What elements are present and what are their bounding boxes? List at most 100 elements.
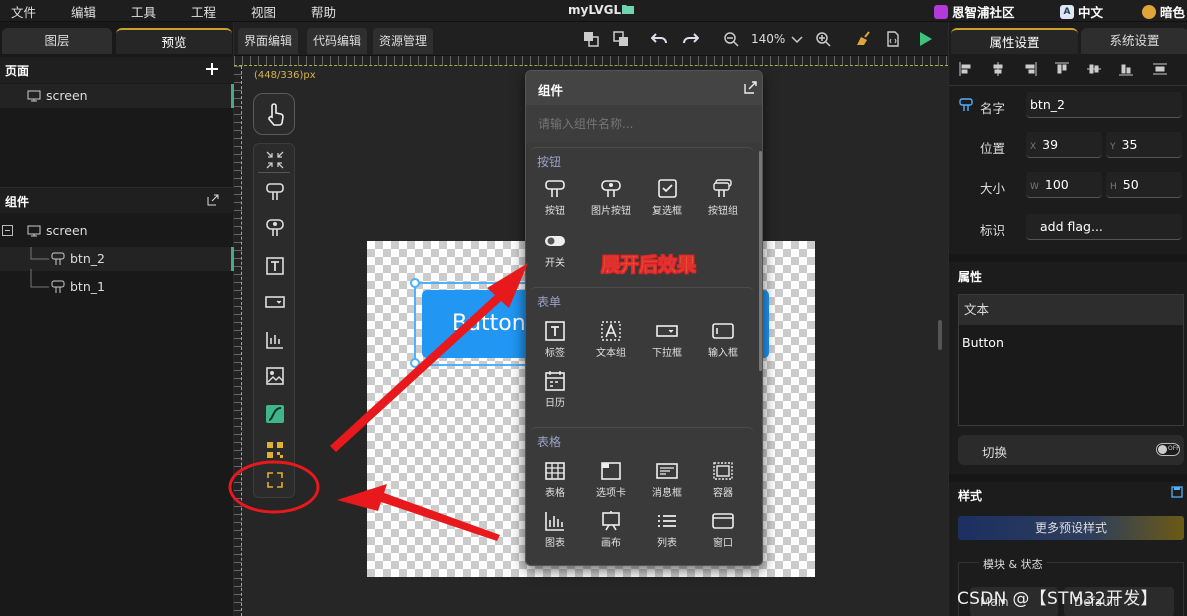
component-chart[interactable]: 图表 (528, 511, 582, 557)
app-title: myLVGL (568, 3, 622, 17)
qrcode-icon[interactable] (265, 440, 285, 460)
component-button-group[interactable]: 按钮组 (696, 179, 750, 225)
component-checkbox[interactable]: 复选框 (640, 179, 694, 225)
axis-x-label: X (1030, 142, 1037, 152)
button-group-icon (713, 179, 732, 197)
popup-header: 组件 (526, 71, 762, 105)
dropdown-icon[interactable] (265, 292, 285, 312)
zoom-out-icon[interactable] (723, 31, 739, 47)
menu-bar: 文件 编辑 工具 工程 视图 帮助 myLVGL 恩智浦社区 A 中文 暗色 (0, 0, 1187, 22)
distribute-icon[interactable] (1153, 62, 1167, 76)
resize-handle[interactable] (410, 278, 420, 288)
image-icon[interactable] (265, 366, 285, 386)
button-icon (545, 180, 565, 197)
component-table[interactable]: 表格 (528, 461, 582, 507)
undo-icon[interactable] (651, 31, 667, 47)
chart-icon[interactable] (265, 330, 285, 350)
component-switch[interactable]: 开关 (528, 231, 582, 277)
divider (949, 254, 1187, 262)
component-image-button[interactable]: 图片按钮 (584, 179, 638, 225)
x-field[interactable]: X 39 (1026, 132, 1102, 158)
divider (949, 474, 1187, 482)
component-button[interactable]: 按钮 (528, 179, 582, 225)
tab-resources[interactable]: 资源管理 (373, 28, 434, 54)
tab-preview[interactable]: 预览 (116, 28, 232, 54)
align-hcenter-icon[interactable] (991, 62, 1005, 76)
align-right-icon[interactable] (1023, 62, 1037, 76)
component-calendar[interactable]: 日历 (528, 371, 582, 417)
component-dropdown[interactable]: 下拉框 (640, 321, 694, 367)
bring-front-icon[interactable] (583, 31, 599, 47)
component-tabview[interactable]: 选项卡 (584, 461, 638, 507)
pages-title: 页面 (5, 64, 30, 78)
component-text-group[interactable]: 文本组 (584, 321, 638, 367)
button-icon[interactable] (265, 182, 285, 202)
flag-field[interactable]: add flag... (1026, 214, 1182, 240)
menu-edit[interactable]: 编辑 (71, 2, 96, 21)
component-canvas[interactable]: 画布 (584, 511, 638, 557)
plus-icon[interactable] (206, 63, 218, 75)
component-window[interactable]: 窗口 (696, 511, 750, 557)
menu-project[interactable]: 工程 (191, 2, 216, 21)
canvas-scrollbar[interactable] (938, 320, 942, 350)
zoom-in-icon[interactable] (815, 31, 831, 47)
image-button-icon[interactable] (265, 218, 285, 238)
align-bottom-icon[interactable] (1119, 62, 1133, 76)
align-left-icon[interactable] (959, 62, 973, 76)
component-label-widget[interactable]: 标签 (528, 321, 582, 367)
tree-item-btn-2[interactable]: btn_2 (0, 247, 234, 271)
expand-arrows-icon[interactable] (265, 470, 285, 490)
y-field[interactable]: Y 35 (1106, 132, 1182, 158)
name-field[interactable]: btn_2 (1026, 92, 1182, 118)
height-value: 50 (1122, 177, 1139, 192)
component-msgbox[interactable]: 消息框 (640, 461, 694, 507)
curve-icon[interactable] (265, 404, 285, 424)
run-icon[interactable] (917, 31, 933, 47)
community-menu[interactable]: 恩智浦社区 (934, 2, 1015, 21)
width-field[interactable]: W 100 (1026, 172, 1102, 198)
tree-item-btn-1[interactable]: btn_1 (0, 269, 234, 299)
menu-file[interactable]: 文件 (11, 2, 36, 21)
component-search-input[interactable] (526, 105, 762, 143)
component-input[interactable]: 输入框 (696, 321, 750, 367)
page-item-screen[interactable]: screen (0, 84, 234, 108)
popout-icon[interactable] (744, 81, 757, 94)
tab-ui-editor[interactable]: 界面编辑 (238, 28, 299, 54)
language-menu[interactable]: A 中文 (1060, 2, 1103, 21)
menu-tools[interactable]: 工具 (131, 2, 156, 21)
zoom-level[interactable]: 140% (751, 32, 785, 46)
popout-icon[interactable] (207, 194, 219, 206)
tab-code-editor[interactable]: 代码编辑 (307, 28, 368, 54)
tab-layers[interactable]: 图层 (2, 28, 112, 54)
component-label: 图片按钮 (591, 206, 631, 217)
label-icon[interactable] (265, 256, 285, 276)
height-field[interactable]: H 50 (1106, 172, 1182, 198)
text-value-area[interactable]: Button (962, 335, 1004, 350)
clean-icon[interactable] (855, 31, 871, 47)
component-container[interactable]: 容器 (696, 461, 750, 507)
collapse-arrows-icon[interactable] (265, 150, 285, 170)
component-label: 标签 (545, 348, 565, 359)
menu-help[interactable]: 帮助 (311, 2, 336, 21)
toggle-switch[interactable]: OFF (1156, 443, 1180, 456)
save-icon[interactable] (1171, 486, 1183, 498)
resize-handle[interactable] (410, 358, 420, 368)
preset-styles-button[interactable]: 更多预设样式 (958, 516, 1184, 540)
code-export-icon[interactable] (885, 31, 901, 47)
redo-icon[interactable] (683, 31, 699, 47)
popup-scrollbar[interactable] (759, 151, 762, 371)
send-back-icon[interactable] (613, 31, 629, 47)
collapse-icon[interactable] (2, 225, 13, 236)
align-vcenter-icon[interactable] (1087, 62, 1101, 76)
pages-header: 页面 (0, 57, 234, 83)
menu-view[interactable]: 视图 (251, 2, 276, 21)
chevron-down-icon[interactable] (789, 31, 805, 47)
component-label: 表格 (545, 488, 565, 499)
pointer-tool-button[interactable] (253, 93, 295, 135)
tab-properties[interactable]: 属性设置 (951, 28, 1078, 54)
theme-menu[interactable]: 暗色 (1142, 2, 1185, 21)
align-top-icon[interactable] (1055, 62, 1069, 76)
component-list[interactable]: 列表 (640, 511, 694, 557)
tab-system-settings[interactable]: 系统设置 (1081, 28, 1187, 54)
tree-item-screen[interactable]: screen (0, 219, 234, 243)
